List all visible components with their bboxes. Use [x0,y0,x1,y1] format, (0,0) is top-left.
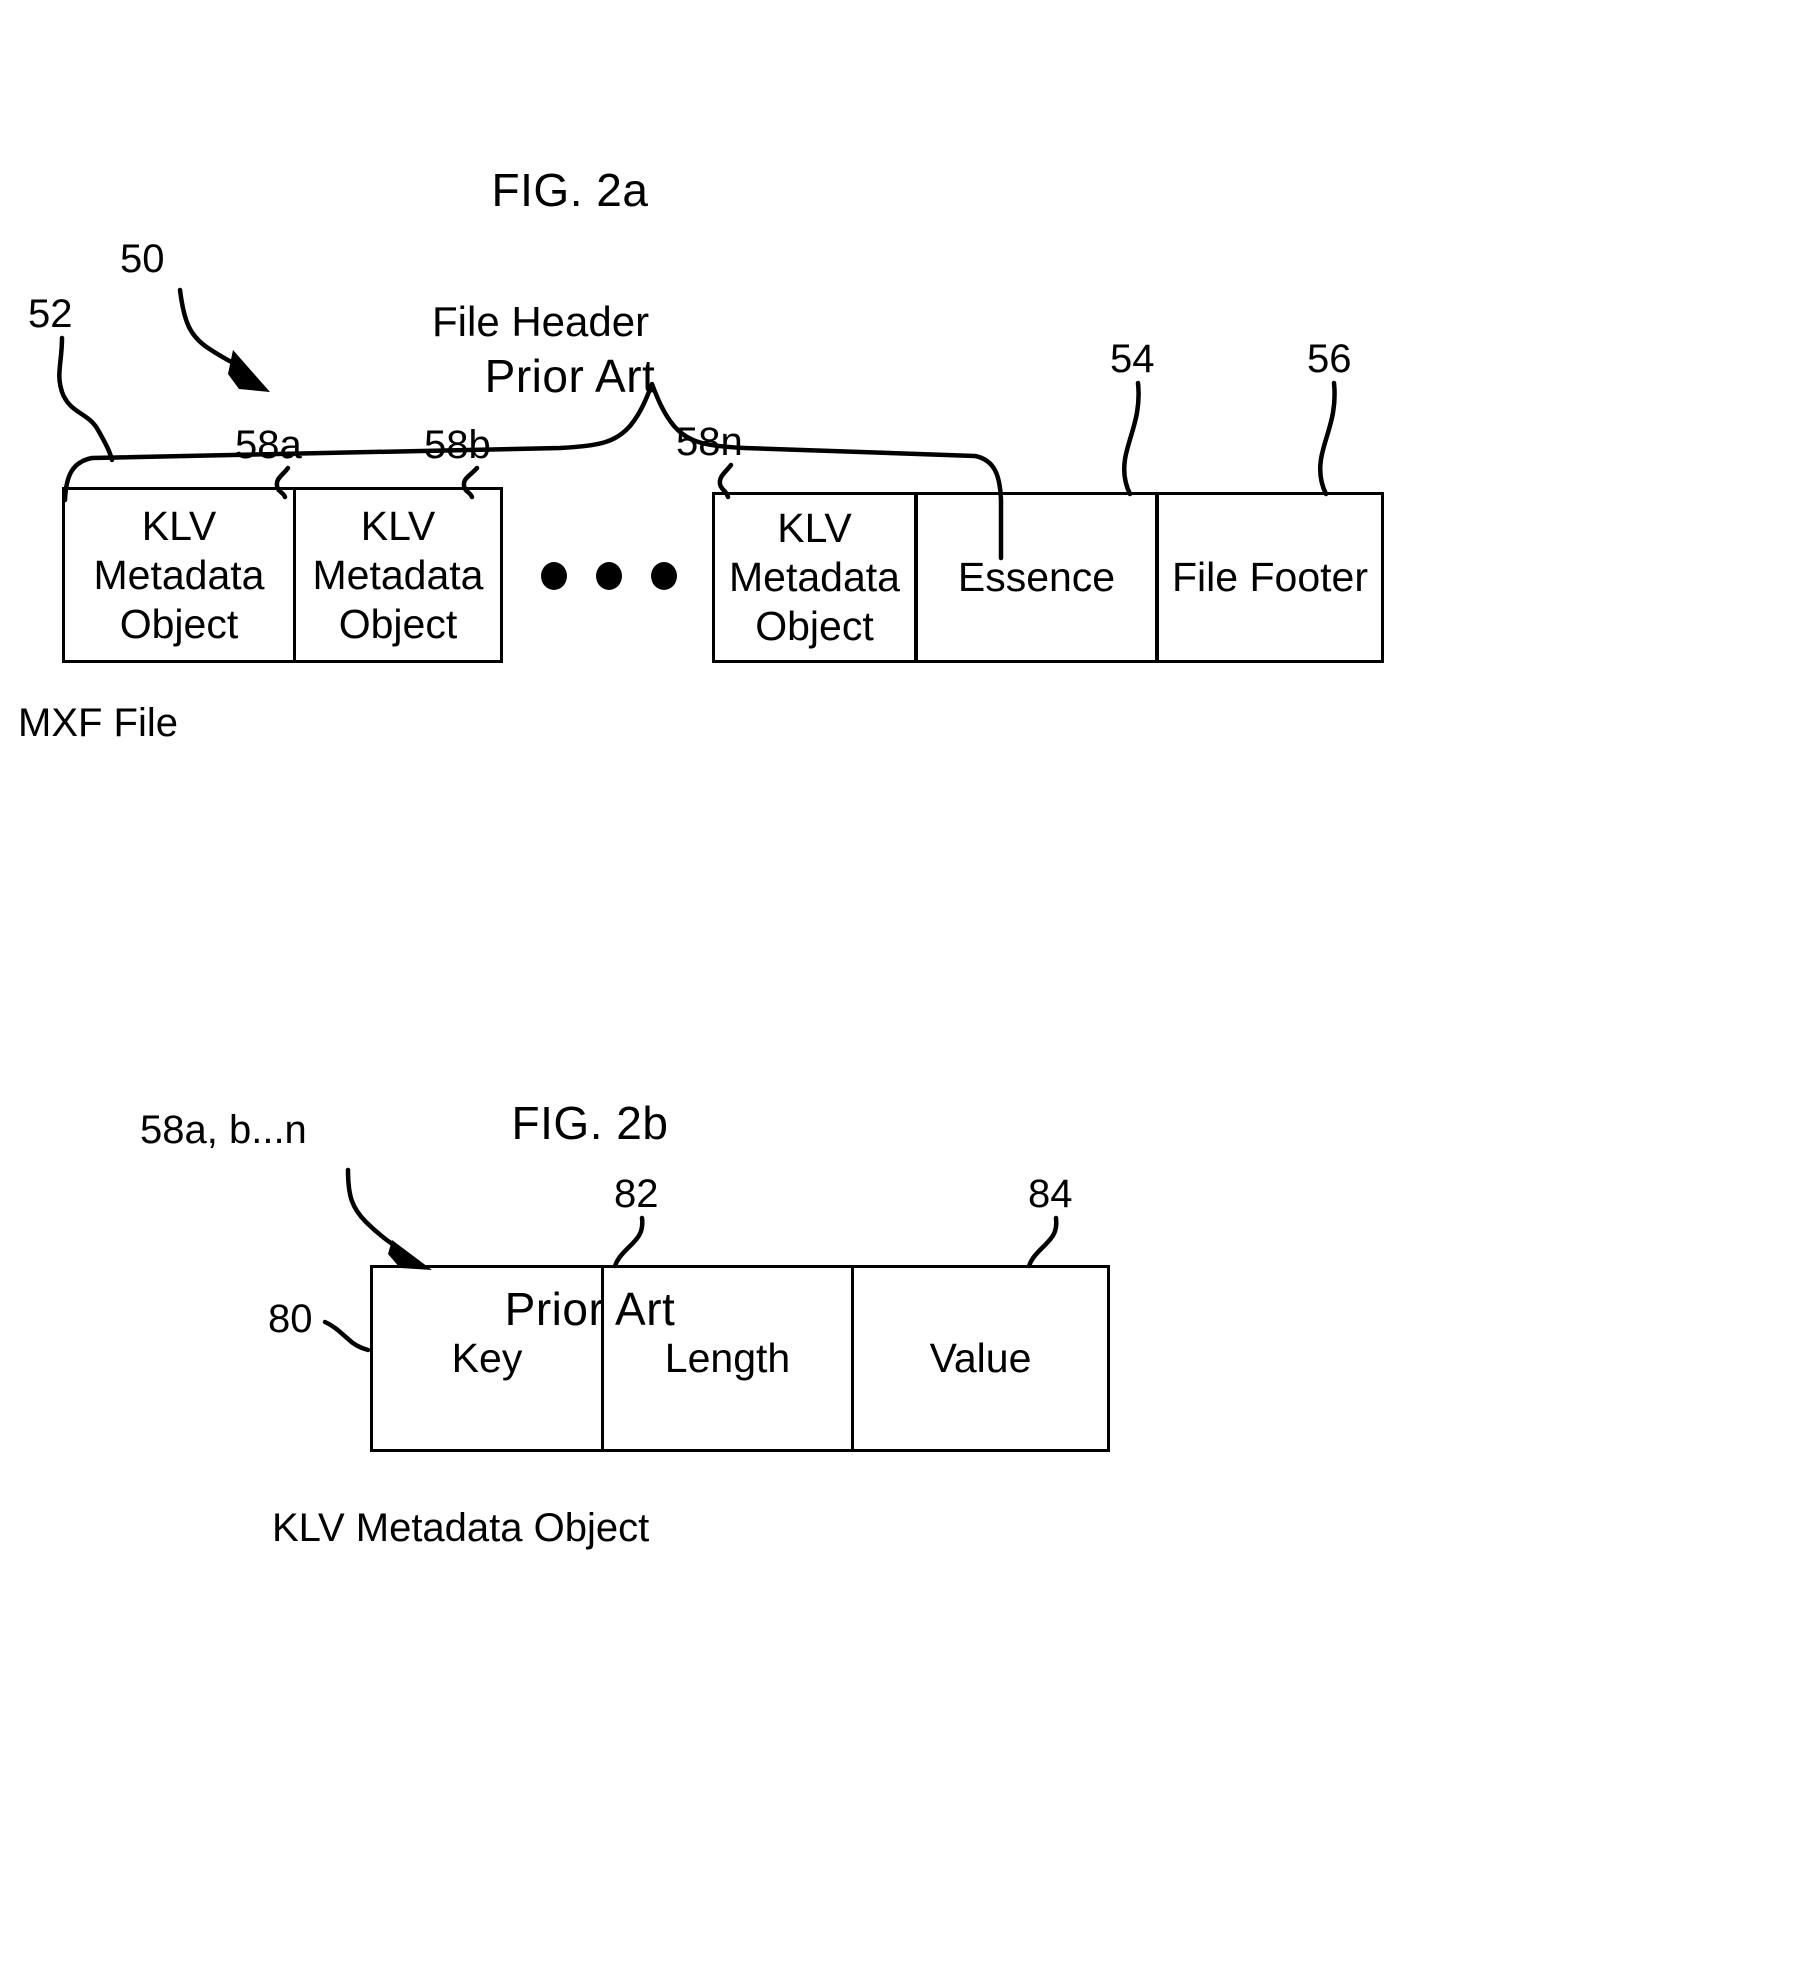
callout-50: 50 [120,237,165,281]
block-klv-metadata-object-n: KLV Metadata Object [712,492,917,663]
leader-50 [177,287,246,371]
block-essence: Essence [915,492,1158,663]
callout-82: 82 [614,1172,659,1216]
block-length-field: Length [601,1265,854,1452]
block-file-footer: File Footer [1156,492,1384,663]
fig-2a-title-line2: Prior Art [484,350,656,402]
patent-drawing-sheet: FIG. 2a Prior Art 50 52 File Header 58a … [0,0,1797,1981]
ellipsis-dot-1 [541,562,567,590]
callout-58n: 58n [676,420,743,464]
block-label: Value [929,1335,1032,1381]
fig-2b-title-line1: FIG. 2b [511,1097,669,1149]
block-klv-metadata-object-1: KLV Metadata Object [62,487,296,663]
callout-56: 56 [1307,337,1352,381]
callout-58b: 58b [424,423,491,467]
callout-80: 80 [268,1297,313,1341]
klv-metadata-object-caption: KLV Metadata Object [272,1506,650,1550]
block-label: Key [451,1335,523,1381]
block-label: KLV Metadata Object [312,502,484,647]
block-klv-metadata-object-2: KLV Metadata Object [293,487,503,663]
ellipsis-dot-2 [596,562,622,590]
leader-54 [1121,380,1141,497]
file-header-label: File Header [432,298,650,345]
leader-84 [1026,1215,1059,1269]
fig-2a-title: FIG. 2a Prior Art [270,35,870,531]
callout-58a: 58a [235,423,302,467]
callout-52: 52 [28,292,73,336]
callout-58a-b-n: 58a, b...n [140,1108,307,1152]
callout-54: 54 [1110,337,1155,381]
block-label: Essence [957,554,1116,600]
ellipsis-dot-3 [651,562,677,590]
arrowhead-50 [228,350,270,392]
leader-52 [57,335,115,463]
leader-56 [1317,380,1337,497]
block-label: KLV Metadata Object [93,502,265,647]
mxf-file-caption: MXF File [18,701,178,745]
fig-2a-title-line1: FIG. 2a [491,164,649,216]
block-label: KLV Metadata Object [729,505,900,649]
block-label: Length [664,1335,791,1381]
ellipsis-group [530,487,710,663]
block-key-field: Key [370,1265,604,1452]
block-value-field: Value [851,1265,1110,1452]
block-label: File Footer [1172,554,1368,600]
callout-84: 84 [1028,1172,1073,1216]
